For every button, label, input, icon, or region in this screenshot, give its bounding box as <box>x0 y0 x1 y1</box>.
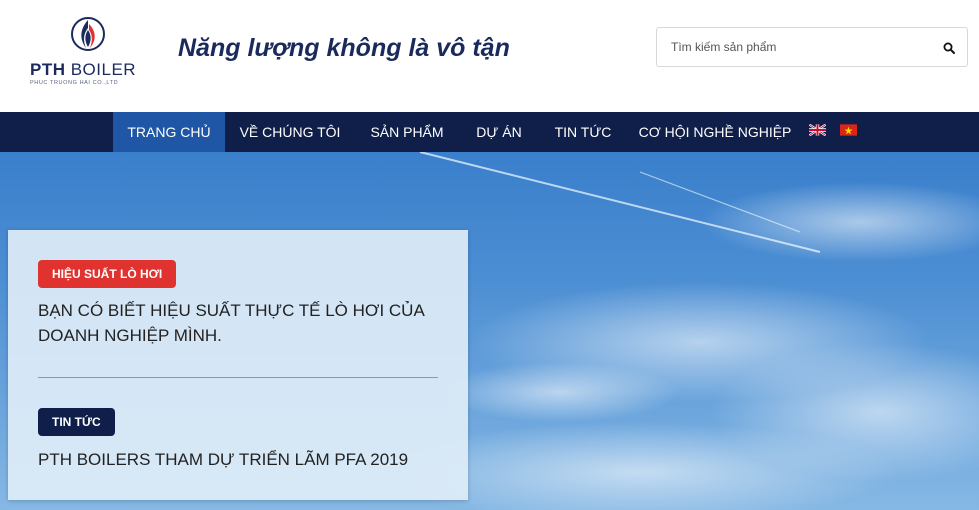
search-icon <box>943 42 955 54</box>
nav-item-projects[interactable]: DỰ ÁN <box>467 112 531 152</box>
hero-news-card: HIỆU SUẤT LÒ HƠI BẠN CÓ BIẾT HIỆU SUẤT T… <box>8 230 468 500</box>
card-divider <box>38 377 438 378</box>
flame-logo-icon <box>71 17 105 51</box>
category-badge-news[interactable]: TIN TỨC <box>38 408 115 436</box>
search-button[interactable] <box>937 36 961 60</box>
search-box <box>656 27 968 67</box>
site-header: PTH BOILER PHUC TRUONG HAI CO.,LTD Năng … <box>0 0 979 112</box>
article-title-boiler-efficiency[interactable]: BẠN CÓ BIẾT HIỆU SUẤT THỰC TẾ LÒ HƠI CỦA… <box>38 298 438 348</box>
vietnam-flag-icon[interactable] <box>840 124 857 136</box>
search-input[interactable] <box>657 28 927 66</box>
article-title-pfa-exhibition[interactable]: PTH BOILERS THAM DỰ TRIỂN LÃM PFA 2019 <box>38 447 438 472</box>
logo-subtitle: PHUC TRUONG HAI CO.,LTD <box>30 80 119 86</box>
nav-item-careers[interactable]: CƠ HỘI NGHỀ NGHIỆP <box>636 112 794 152</box>
tagline: Năng lượng không là vô tận <box>178 34 510 62</box>
nav-item-home[interactable]: TRANG CHỦ <box>113 112 225 152</box>
nav-item-news[interactable]: TIN TỨC <box>545 112 621 152</box>
hero-banner: HIỆU SUẤT LÒ HƠI BẠN CÓ BIẾT HIỆU SUẤT T… <box>0 152 979 510</box>
nav-item-products[interactable]: SẢN PHẨM <box>360 112 454 152</box>
main-nav: TRANG CHỦ VỀ CHÚNG TÔI SẢN PHẨM DỰ ÁN TI… <box>0 112 979 152</box>
uk-flag-icon[interactable] <box>809 124 826 136</box>
category-badge-boiler-efficiency[interactable]: HIỆU SUẤT LÒ HƠI <box>38 260 177 288</box>
logo-wordmark: PTH BOILER <box>30 60 137 79</box>
site-logo[interactable]: PTH BOILER PHUC TRUONG HAI CO.,LTD <box>28 14 148 86</box>
nav-item-about[interactable]: VỀ CHÚNG TÔI <box>235 112 345 152</box>
